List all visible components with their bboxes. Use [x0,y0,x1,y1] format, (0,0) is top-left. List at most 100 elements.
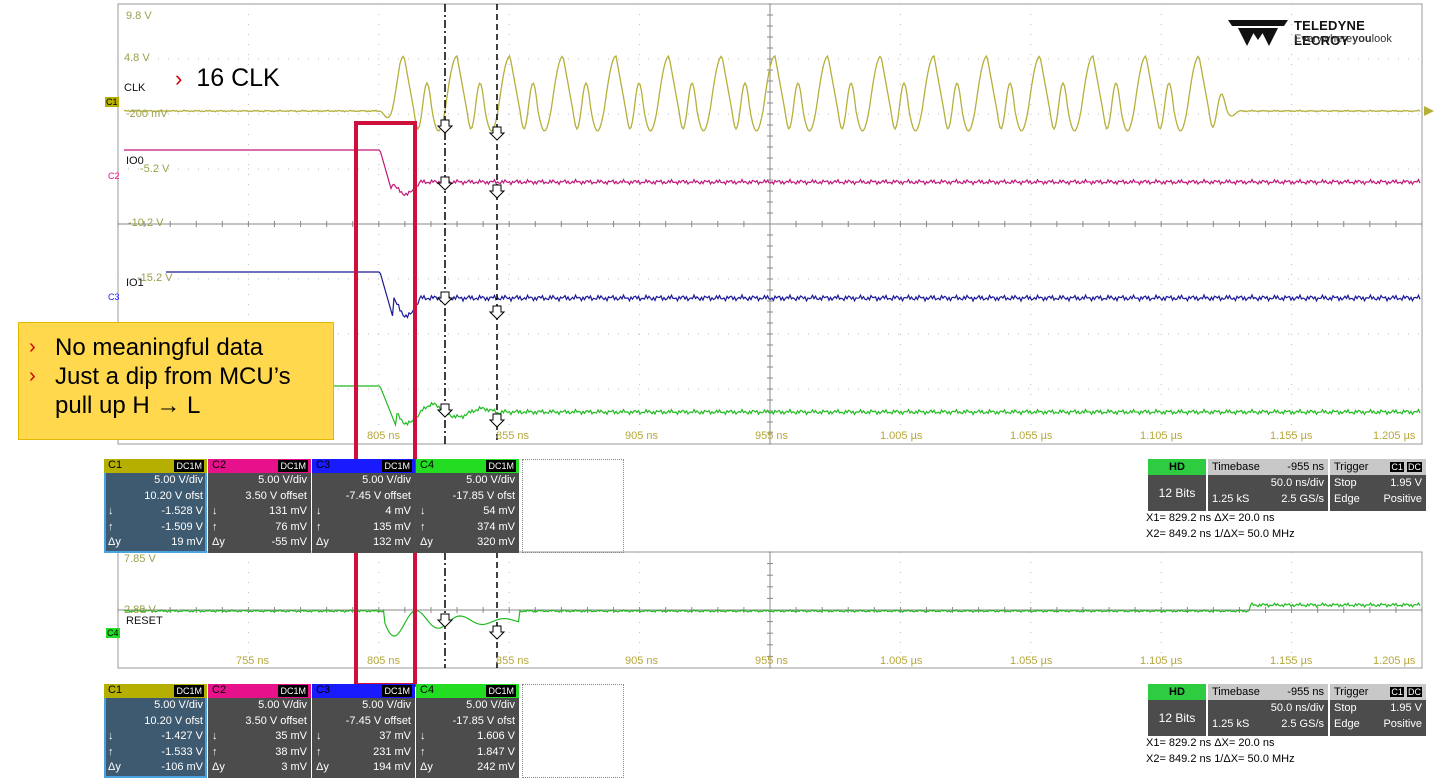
trigger-mode: Stop [1334,702,1357,714]
time-tick: 1.055 µs [1010,655,1053,667]
min-key: ↓ [108,505,114,517]
ns-per-div: 50.0 ns/div [1270,702,1324,714]
channel-marker-c1[interactable]: C1 [105,97,119,107]
volts-per-div: 5.00 V/div [154,699,203,711]
time-tick: 955 ns [755,655,789,667]
max-key: ↑ [212,520,218,533]
offset-value: -17.85 V ofst [452,489,515,502]
dy-key: Δy [420,761,433,773]
cursor-x1-readout: X1= 829.2 ns ΔX= 20.0 ns [1146,512,1275,524]
time-tick: 805 ns [367,430,401,442]
sample-count: 1.25 kS [1212,718,1250,730]
max-value: 135 mV [373,520,411,533]
timebase-value: -955 ns [1287,461,1324,473]
cursor-x1-readout: X1= 829.2 ns ΔX= 20.0 ns [1146,737,1275,749]
channel-box-c2[interactable]: C2 DC1M 5.00 V/div 3.50 V offset ↓ 131 mV ↑ 76 … [208,459,311,553]
channel-box-c1[interactable]: C1 DC1M 5.00 V/div 10.20 V ofst ↓ -1.427 V ↑ -1… [104,684,207,778]
dy-value: 3 mV [281,761,307,773]
max-key: ↑ [108,520,114,533]
volt-label: 4.8 V [124,52,150,64]
channel-box-c2[interactable]: C2 DC1M 5.00 V/div 3.50 V offset ↓ 35 mV ↑ 38 m… [208,684,311,778]
min-key: ↓ [212,505,218,517]
channel-box-c3[interactable]: C3 DC1M 5.00 V/div -7.45 V offset ↓ 4 mV ↑ 135 … [312,459,415,553]
dy-key: Δy [212,761,225,773]
trigger-cp: DC [1407,462,1422,472]
min-key: ↓ [420,730,426,742]
max-value: -1.509 V [161,520,203,533]
teledyne-lecroy-logo: TELEDYNE LECROY Everywhereyoulook [1228,16,1422,52]
timebase-box[interactable]: Timebase -955 ns 50.0 ns/div 1.25 kS 2.5 GS/… [1208,684,1328,736]
time-tick: 1.005 µs [880,655,923,667]
coupling-badge: DC1M [278,460,308,472]
time-tick: 955 ns [755,430,789,442]
channel-header: C2 DC1M [208,459,311,473]
coupling-badge: DC1M [486,685,516,697]
coupling-badge: DC1M [278,685,308,697]
channel-name: C4 [420,459,435,471]
max-value: -1.533 V [161,745,203,758]
time-tick: 1.155 µs [1270,655,1313,667]
dy-key: Δy [316,761,329,773]
channel-marker-c4[interactable]: C4 [106,628,120,638]
timebase-panel[interactable]: HD 12 Bits Timebase -955 ns 50.0 ns/div 1.25 … [1148,684,1428,736]
trigger-ch: C1 [1390,462,1404,472]
bits-label: 12 Bits [1158,486,1196,500]
empty-slot [522,684,624,778]
channel-name: C1 [108,684,123,696]
channel-name: C1 [108,459,123,471]
trigger-box[interactable]: Trigger C1 DC Stop 1.95 V Edge Positive [1330,459,1426,511]
trigger-level: 1.95 V [1390,477,1422,489]
channel-box-c4[interactable]: C4 DC1M 5.00 V/div -17.85 V ofst ↓ 1.606 V ↑ 1.… [416,684,519,778]
dy-key: Δy [420,536,433,548]
volt-label: -5.2 V [140,163,170,175]
channel-box-c1[interactable]: C1 DC1M 5.00 V/div 10.20 V ofst ↓ -1.528 V ↑ -1… [104,459,207,553]
dy-value: 242 mV [477,761,515,773]
note-line-1: › No meaningful data [29,334,264,361]
min-value: 131 mV [269,505,307,517]
max-key: ↑ [420,520,426,533]
hd-label: HD [1148,459,1206,475]
volts-per-div: 5.00 V/div [258,699,307,711]
channel-header: C3 DC1M [312,684,415,698]
volt-label: -200 mV [126,108,168,120]
trigger-box[interactable]: Trigger C1 DC Stop 1.95 V Edge Positive [1330,684,1426,736]
time-tick: 1.205 µs [1373,655,1416,667]
volt-label: 7.85 V [124,553,156,565]
annotation-note: › No meaningful data › Just a dip from MCU… [18,322,334,440]
trigger-label: Trigger [1334,686,1369,698]
timebase-label: Timebase [1212,686,1260,698]
cursor-x2-readout: X2= 849.2 ns 1/ΔX= 50.0 MHz [1146,528,1295,540]
time-tick: 805 ns [367,655,401,667]
channel-name: C4 [420,684,435,696]
time-tick: 1.105 µs [1140,655,1183,667]
channel-label-clk: CLK [124,82,146,94]
min-value: 37 mV [379,730,411,742]
time-tick: 855 ns [496,655,530,667]
channel-label-io1: IO1 [126,277,144,289]
dy-key: Δy [108,536,121,548]
min-value: -1.528 V [161,505,203,517]
min-key: ↓ [420,505,426,517]
logo-tagline: Everywhereyoulook [1294,33,1392,45]
dy-value: 194 mV [373,761,411,773]
trigger-type: Edge [1334,493,1360,505]
max-value: 76 mV [275,520,307,533]
timebase-box[interactable]: Timebase -955 ns 50.0 ns/div 1.25 kS 2.5 GS/… [1208,459,1328,511]
channel-box-c4[interactable]: C4 DC1M 5.00 V/div -17.85 V ofst ↓ 54 mV ↑ 374 … [416,459,519,553]
time-tick: 1.205 µs [1373,430,1416,442]
channel-marker-c2[interactable]: C2 [108,171,120,181]
min-value: 4 mV [385,505,411,517]
channel-box-c3[interactable]: C3 DC1M 5.00 V/div -7.45 V offset ↓ 37 mV ↑ 231… [312,684,415,778]
time-tick: 1.155 µs [1270,430,1313,442]
sample-rate: 2.5 GS/s [1281,718,1324,730]
trigger-cp: DC [1407,687,1422,697]
volts-per-div: 5.00 V/div [466,699,515,711]
max-value: 38 mV [275,745,307,758]
time-tick: 1.055 µs [1010,430,1053,442]
channel-marker-c3[interactable]: C3 [108,292,120,302]
dy-key: Δy [212,536,225,548]
timebase-label: Timebase [1212,461,1260,473]
timebase-panel[interactable]: HD 12 Bits Timebase -955 ns 50.0 ns/div 1.25 … [1148,459,1428,511]
channel-header: C4 DC1M [416,459,519,473]
chevron-icon: › [175,66,183,91]
